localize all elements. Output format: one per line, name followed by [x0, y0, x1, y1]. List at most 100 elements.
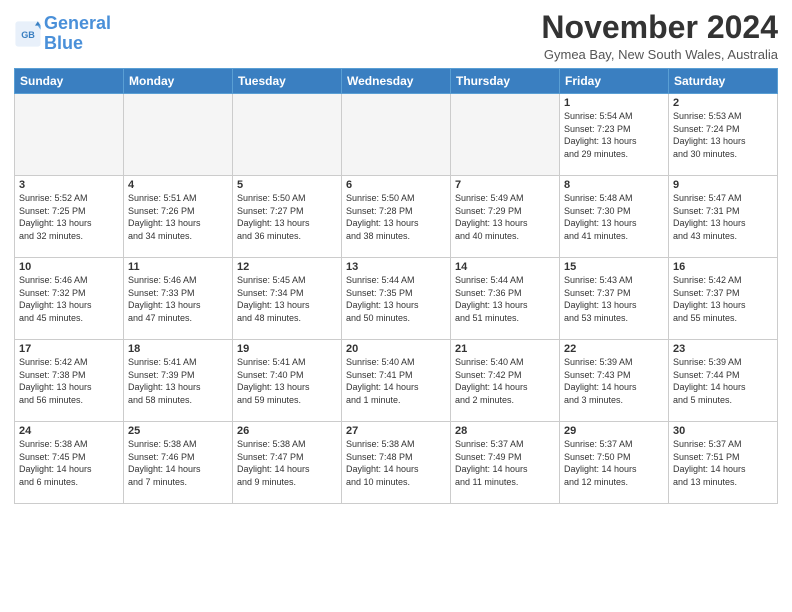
- day-info: Sunrise: 5:51 AM Sunset: 7:26 PM Dayligh…: [128, 192, 228, 242]
- day-number: 16: [673, 261, 773, 273]
- day-number: 7: [455, 179, 555, 191]
- day-info: Sunrise: 5:43 AM Sunset: 7:37 PM Dayligh…: [564, 274, 664, 324]
- table-row: 17Sunrise: 5:42 AM Sunset: 7:38 PM Dayli…: [15, 340, 124, 422]
- day-number: 19: [237, 343, 337, 355]
- day-info: Sunrise: 5:46 AM Sunset: 7:32 PM Dayligh…: [19, 274, 119, 324]
- table-row: 8Sunrise: 5:48 AM Sunset: 7:30 PM Daylig…: [560, 176, 669, 258]
- week-row-4: 24Sunrise: 5:38 AM Sunset: 7:45 PM Dayli…: [15, 422, 778, 504]
- table-row: 3Sunrise: 5:52 AM Sunset: 7:25 PM Daylig…: [15, 176, 124, 258]
- day-number: 9: [673, 179, 773, 191]
- day-number: 26: [237, 425, 337, 437]
- day-number: 28: [455, 425, 555, 437]
- logo-text: General Blue: [44, 14, 111, 54]
- day-info: Sunrise: 5:38 AM Sunset: 7:47 PM Dayligh…: [237, 438, 337, 488]
- calendar-header: Sunday Monday Tuesday Wednesday Thursday…: [15, 69, 778, 94]
- table-row: 24Sunrise: 5:38 AM Sunset: 7:45 PM Dayli…: [15, 422, 124, 504]
- table-row: 30Sunrise: 5:37 AM Sunset: 7:51 PM Dayli…: [669, 422, 778, 504]
- week-row-0: 1Sunrise: 5:54 AM Sunset: 7:23 PM Daylig…: [15, 94, 778, 176]
- day-number: 27: [346, 425, 446, 437]
- day-info: Sunrise: 5:52 AM Sunset: 7:25 PM Dayligh…: [19, 192, 119, 242]
- table-row: 12Sunrise: 5:45 AM Sunset: 7:34 PM Dayli…: [233, 258, 342, 340]
- day-info: Sunrise: 5:39 AM Sunset: 7:44 PM Dayligh…: [673, 356, 773, 406]
- svg-text:GB: GB: [21, 30, 35, 40]
- table-row: 6Sunrise: 5:50 AM Sunset: 7:28 PM Daylig…: [342, 176, 451, 258]
- page-container: GB General Blue November 2024 Gymea Bay,…: [0, 0, 792, 612]
- day-number: 20: [346, 343, 446, 355]
- table-row: 21Sunrise: 5:40 AM Sunset: 7:42 PM Dayli…: [451, 340, 560, 422]
- table-row: 28Sunrise: 5:37 AM Sunset: 7:49 PM Dayli…: [451, 422, 560, 504]
- day-number: 6: [346, 179, 446, 191]
- table-row: 19Sunrise: 5:41 AM Sunset: 7:40 PM Dayli…: [233, 340, 342, 422]
- table-row: [124, 94, 233, 176]
- week-row-1: 3Sunrise: 5:52 AM Sunset: 7:25 PM Daylig…: [15, 176, 778, 258]
- logo-blue: Blue: [44, 33, 83, 53]
- table-row: 23Sunrise: 5:39 AM Sunset: 7:44 PM Dayli…: [669, 340, 778, 422]
- day-info: Sunrise: 5:44 AM Sunset: 7:36 PM Dayligh…: [455, 274, 555, 324]
- day-info: Sunrise: 5:37 AM Sunset: 7:50 PM Dayligh…: [564, 438, 664, 488]
- calendar-body: 1Sunrise: 5:54 AM Sunset: 7:23 PM Daylig…: [15, 94, 778, 504]
- day-number: 29: [564, 425, 664, 437]
- day-number: 18: [128, 343, 228, 355]
- day-number: 10: [19, 261, 119, 273]
- day-info: Sunrise: 5:42 AM Sunset: 7:37 PM Dayligh…: [673, 274, 773, 324]
- table-row: 9Sunrise: 5:47 AM Sunset: 7:31 PM Daylig…: [669, 176, 778, 258]
- week-row-2: 10Sunrise: 5:46 AM Sunset: 7:32 PM Dayli…: [15, 258, 778, 340]
- month-title: November 2024: [541, 10, 778, 45]
- table-row: 2Sunrise: 5:53 AM Sunset: 7:24 PM Daylig…: [669, 94, 778, 176]
- col-friday: Friday: [560, 69, 669, 94]
- day-info: Sunrise: 5:44 AM Sunset: 7:35 PM Dayligh…: [346, 274, 446, 324]
- day-info: Sunrise: 5:37 AM Sunset: 7:51 PM Dayligh…: [673, 438, 773, 488]
- day-info: Sunrise: 5:46 AM Sunset: 7:33 PM Dayligh…: [128, 274, 228, 324]
- day-info: Sunrise: 5:48 AM Sunset: 7:30 PM Dayligh…: [564, 192, 664, 242]
- day-number: 2: [673, 97, 773, 109]
- table-row: 4Sunrise: 5:51 AM Sunset: 7:26 PM Daylig…: [124, 176, 233, 258]
- table-row: [15, 94, 124, 176]
- day-number: 11: [128, 261, 228, 273]
- days-row: Sunday Monday Tuesday Wednesday Thursday…: [15, 69, 778, 94]
- day-number: 24: [19, 425, 119, 437]
- table-row: 16Sunrise: 5:42 AM Sunset: 7:37 PM Dayli…: [669, 258, 778, 340]
- day-number: 30: [673, 425, 773, 437]
- day-number: 15: [564, 261, 664, 273]
- logo-general: General: [44, 13, 111, 33]
- day-info: Sunrise: 5:38 AM Sunset: 7:46 PM Dayligh…: [128, 438, 228, 488]
- day-info: Sunrise: 5:45 AM Sunset: 7:34 PM Dayligh…: [237, 274, 337, 324]
- table-row: 14Sunrise: 5:44 AM Sunset: 7:36 PM Dayli…: [451, 258, 560, 340]
- col-tuesday: Tuesday: [233, 69, 342, 94]
- day-info: Sunrise: 5:50 AM Sunset: 7:27 PM Dayligh…: [237, 192, 337, 242]
- col-thursday: Thursday: [451, 69, 560, 94]
- day-info: Sunrise: 5:37 AM Sunset: 7:49 PM Dayligh…: [455, 438, 555, 488]
- table-row: [233, 94, 342, 176]
- table-row: 10Sunrise: 5:46 AM Sunset: 7:32 PM Dayli…: [15, 258, 124, 340]
- day-number: 5: [237, 179, 337, 191]
- day-info: Sunrise: 5:49 AM Sunset: 7:29 PM Dayligh…: [455, 192, 555, 242]
- day-info: Sunrise: 5:53 AM Sunset: 7:24 PM Dayligh…: [673, 110, 773, 160]
- location: Gymea Bay, New South Wales, Australia: [541, 47, 778, 62]
- col-monday: Monday: [124, 69, 233, 94]
- day-number: 4: [128, 179, 228, 191]
- day-number: 22: [564, 343, 664, 355]
- day-info: Sunrise: 5:54 AM Sunset: 7:23 PM Dayligh…: [564, 110, 664, 160]
- table-row: [451, 94, 560, 176]
- header: GB General Blue November 2024 Gymea Bay,…: [14, 10, 778, 62]
- day-info: Sunrise: 5:41 AM Sunset: 7:39 PM Dayligh…: [128, 356, 228, 406]
- day-number: 23: [673, 343, 773, 355]
- day-number: 17: [19, 343, 119, 355]
- day-number: 12: [237, 261, 337, 273]
- day-info: Sunrise: 5:40 AM Sunset: 7:42 PM Dayligh…: [455, 356, 555, 406]
- day-info: Sunrise: 5:41 AM Sunset: 7:40 PM Dayligh…: [237, 356, 337, 406]
- title-block: November 2024 Gymea Bay, New South Wales…: [541, 10, 778, 62]
- logo: GB General Blue: [14, 14, 111, 54]
- day-number: 14: [455, 261, 555, 273]
- logo-icon: GB: [14, 20, 42, 48]
- calendar: Sunday Monday Tuesday Wednesday Thursday…: [14, 68, 778, 504]
- day-number: 21: [455, 343, 555, 355]
- day-number: 1: [564, 97, 664, 109]
- table-row: 29Sunrise: 5:37 AM Sunset: 7:50 PM Dayli…: [560, 422, 669, 504]
- day-info: Sunrise: 5:40 AM Sunset: 7:41 PM Dayligh…: [346, 356, 446, 406]
- day-info: Sunrise: 5:50 AM Sunset: 7:28 PM Dayligh…: [346, 192, 446, 242]
- day-info: Sunrise: 5:42 AM Sunset: 7:38 PM Dayligh…: [19, 356, 119, 406]
- table-row: 11Sunrise: 5:46 AM Sunset: 7:33 PM Dayli…: [124, 258, 233, 340]
- day-info: Sunrise: 5:47 AM Sunset: 7:31 PM Dayligh…: [673, 192, 773, 242]
- day-number: 8: [564, 179, 664, 191]
